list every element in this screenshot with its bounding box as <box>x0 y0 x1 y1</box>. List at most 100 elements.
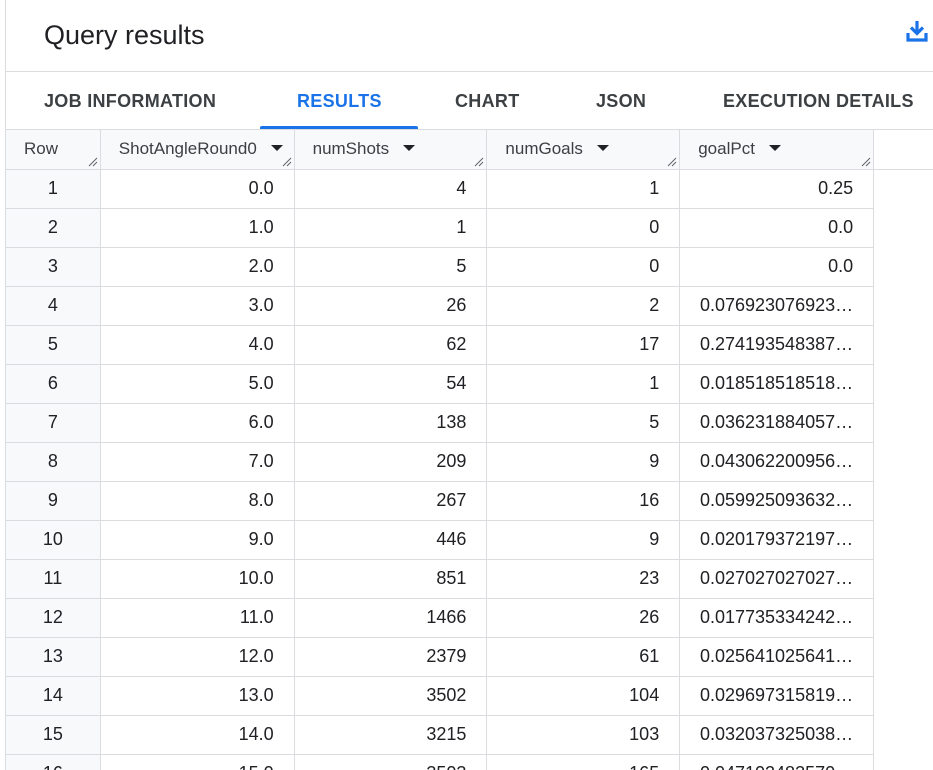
row-number-cell: 6 <box>6 364 101 404</box>
cell-goalpct: 0.0 <box>679 208 875 248</box>
row-filler <box>873 520 933 559</box>
cell-numgoals: 1 <box>486 169 681 209</box>
cell-numgoals: 2 <box>486 286 681 326</box>
column-header-label: ShotAngleRound0 <box>118 139 257 159</box>
row-filler <box>873 247 933 286</box>
sort-dropdown-icon[interactable] <box>596 144 609 151</box>
cell-numgoals: 16 <box>486 481 681 521</box>
table-row[interactable]: 3 2.0 5 0 0.0 <box>6 247 933 287</box>
cell-numgoals: 5 <box>486 403 681 443</box>
row-number-cell: 7 <box>6 403 101 443</box>
table-row[interactable]: 12 11.0 1466 26 0.017735334242… <box>6 598 933 638</box>
row-number-cell: 3 <box>6 247 101 287</box>
tab-chart[interactable]: CHART <box>455 72 520 130</box>
table-row[interactable]: 2 1.0 1 0 0.0 <box>6 208 933 248</box>
tab-job-information[interactable]: JOB INFORMATION <box>44 72 216 130</box>
row-filler <box>873 637 933 676</box>
column-header-row[interactable]: Row <box>6 130 101 170</box>
column-header-numgoals[interactable]: numGoals <box>486 130 681 170</box>
results-grid[interactable]: Row ShotAngleRound0 numShots numGoals goalPc… <box>6 130 933 770</box>
cell-numgoals: 103 <box>486 715 681 755</box>
results-header: Query results <box>6 0 933 72</box>
table-row[interactable]: 7 6.0 138 5 0.036231884057… <box>6 403 933 443</box>
download-icon-glyph <box>906 21 928 42</box>
column-header-label: Row <box>24 139 59 159</box>
cell-goalpct: 0.025641025641… <box>679 637 875 677</box>
cell-shotangleround0: 0.0 <box>100 169 295 209</box>
column-resize-icon[interactable] <box>667 157 677 167</box>
cell-numshots: 446 <box>294 520 488 560</box>
cell-goalpct: 0.018518518518… <box>679 364 875 404</box>
cell-numshots: 3502 <box>294 676 488 716</box>
row-filler <box>873 286 933 325</box>
sort-dropdown-icon[interactable] <box>403 144 416 151</box>
table-row[interactable]: 14 13.0 3502 104 0.029697315819… <box>6 676 933 716</box>
results-table: Row ShotAngleRound0 numShots numGoals goalPc… <box>6 130 933 770</box>
row-filler <box>873 715 933 754</box>
cell-numgoals: 9 <box>486 520 681 560</box>
cell-numshots: 851 <box>294 559 488 599</box>
cell-numshots: 138 <box>294 403 488 443</box>
cell-numgoals: 9 <box>486 442 681 482</box>
cell-shotangleround0: 3.0 <box>100 286 295 326</box>
cell-goalpct: 0.036231884057… <box>679 403 875 443</box>
cell-goalpct: 0.029697315819… <box>679 676 875 716</box>
table-row[interactable]: 1 0.0 4 1 0.25 <box>6 169 933 209</box>
table-body: 1 0.0 4 1 0.25 2 1.0 1 0 0.0 3 2.0 5 0 0.0 4 3.0 26 2 0.076… <box>6 169 933 770</box>
column-resize-icon[interactable] <box>474 157 484 167</box>
cell-goalpct: 0.027027027027… <box>679 559 875 599</box>
row-filler <box>873 208 933 247</box>
cell-goalpct: 0.274193548387… <box>679 325 875 365</box>
sort-dropdown-icon[interactable] <box>270 144 283 151</box>
cell-goalpct: 0.020179372197… <box>679 520 875 560</box>
row-number-cell: 2 <box>6 208 101 248</box>
cell-numshots: 26 <box>294 286 488 326</box>
table-row[interactable]: 15 14.0 3215 103 0.032037325038… <box>6 715 933 755</box>
table-row[interactable]: 5 4.0 62 17 0.274193548387… <box>6 325 933 365</box>
download-icon[interactable] <box>905 18 929 44</box>
cell-shotangleround0: 8.0 <box>100 481 295 521</box>
tab-execution-details[interactable]: EXECUTION DETAILS <box>723 72 914 130</box>
table-row[interactable]: 6 5.0 54 1 0.018518518518… <box>6 364 933 404</box>
cell-shotangleround0: 4.0 <box>100 325 295 365</box>
cell-goalpct: 0.25 <box>679 169 875 209</box>
cell-numshots: 4 <box>294 169 488 209</box>
column-resize-icon[interactable] <box>88 157 98 167</box>
table-row[interactable]: 1615.035031650.047102483570… <box>6 754 933 770</box>
results-tabs: JOB INFORMATION RESULTS CHART JSON EXECU… <box>6 72 933 130</box>
table-row[interactable]: 4 3.0 26 2 0.076923076923… <box>6 286 933 326</box>
cell-shotangleround0: 10.0 <box>100 559 295 599</box>
sort-dropdown-icon[interactable] <box>768 144 781 151</box>
row-number-cell: 8 <box>6 442 101 482</box>
column-header-shotangleround0[interactable]: ShotAngleRound0 <box>100 130 295 170</box>
table-row[interactable]: 8 7.0 209 9 0.043062200956… <box>6 442 933 482</box>
column-header-label: goalPct <box>698 139 755 159</box>
tab-json[interactable]: JSON <box>596 72 646 130</box>
cell-shotangleround0: 12.0 <box>100 637 295 677</box>
table-row[interactable]: 13 12.0 2379 61 0.025641025641… <box>6 637 933 677</box>
row-number-cell: 1 <box>6 169 101 209</box>
cell-goalpct: 0.032037325038… <box>679 715 875 755</box>
column-header-label: numShots <box>312 139 390 159</box>
row-filler <box>873 481 933 520</box>
cell-numshots: 1 <box>294 208 488 248</box>
cell-goalpct: 0.017735334242… <box>679 598 875 638</box>
cell-numshots: 3215 <box>294 715 488 755</box>
cell-shotangleround0: 1.0 <box>100 208 295 248</box>
tab-results[interactable]: RESULTS <box>297 72 382 130</box>
row-filler <box>873 559 933 598</box>
cell-numshots: 209 <box>294 442 488 482</box>
column-header-goalpct[interactable]: goalPct <box>679 130 875 170</box>
cell-numshots: 62 <box>294 325 488 365</box>
column-resize-icon[interactable] <box>282 157 292 167</box>
row-number-cell: 5 <box>6 325 101 365</box>
table-row[interactable]: 9 8.0 267 16 0.059925093632… <box>6 481 933 521</box>
table-row[interactable]: 10 9.0 446 9 0.020179372197… <box>6 520 933 560</box>
row-number-cell: 16 <box>6 754 101 770</box>
active-tab-indicator <box>260 126 418 129</box>
column-header-label: numGoals <box>505 139 583 159</box>
column-header-numshots[interactable]: numShots <box>294 130 488 170</box>
table-row[interactable]: 11 10.0 851 23 0.027027027027… <box>6 559 933 599</box>
row-number-cell: 10 <box>6 520 101 560</box>
column-resize-icon[interactable] <box>861 157 871 167</box>
